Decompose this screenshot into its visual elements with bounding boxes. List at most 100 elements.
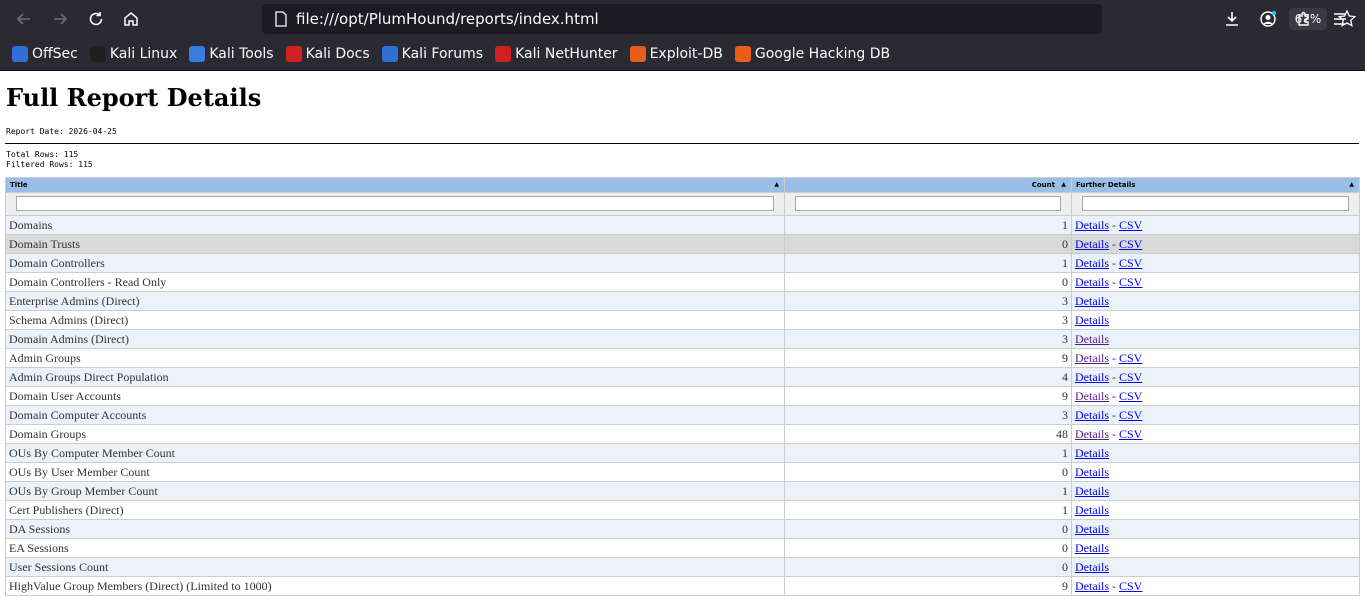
details-link[interactable]: Details bbox=[1075, 294, 1109, 308]
details-link[interactable]: Details bbox=[1075, 427, 1109, 441]
row-count: 0 bbox=[784, 538, 1072, 558]
csv-link[interactable]: CSV bbox=[1119, 370, 1142, 384]
bookmark-item[interactable]: Kali Forums bbox=[381, 46, 484, 62]
details-filter-input[interactable] bbox=[1082, 196, 1349, 211]
bookmark-item[interactable]: Google Hacking DB bbox=[734, 46, 890, 62]
filter-cell bbox=[5, 192, 785, 216]
bookmark-item[interactable]: Kali Linux bbox=[89, 46, 177, 62]
row-title: EA Sessions bbox=[5, 538, 785, 558]
details-link[interactable]: Details bbox=[1075, 408, 1109, 422]
row-count: 1 bbox=[784, 253, 1072, 273]
menu-button[interactable] bbox=[1328, 7, 1352, 31]
details-link[interactable]: Details bbox=[1075, 389, 1109, 403]
table-row: Domain Groups 48 Details - CSV bbox=[5, 424, 1360, 444]
table-body: Domains 1 Details - CSV Domain Trusts 0 Detai… bbox=[5, 215, 1360, 596]
reload-button[interactable] bbox=[84, 7, 108, 31]
title-filter-input[interactable] bbox=[16, 196, 774, 211]
row-count: 9 bbox=[784, 348, 1072, 368]
details-link[interactable]: Details bbox=[1075, 484, 1109, 498]
row-count: 3 bbox=[784, 329, 1072, 349]
account-button[interactable] bbox=[1256, 7, 1280, 31]
back-button[interactable] bbox=[12, 7, 36, 31]
csv-link[interactable]: CSV bbox=[1119, 256, 1142, 270]
row-further-details: Details bbox=[1071, 310, 1360, 330]
details-link[interactable]: Details bbox=[1075, 370, 1109, 384]
address-bar[interactable]: file:///opt/PlumHound/reports/index.html… bbox=[262, 4, 1357, 34]
csv-link[interactable]: CSV bbox=[1119, 351, 1142, 365]
row-further-details: Details bbox=[1071, 291, 1360, 311]
home-button[interactable] bbox=[119, 7, 143, 31]
bookmark-label: Kali Tools bbox=[209, 46, 274, 62]
details-link[interactable]: Details bbox=[1075, 579, 1109, 593]
table-row: Domain User Accounts 9 Details - CSV bbox=[5, 386, 1360, 406]
table-row: OUs By User Member Count 0 Details bbox=[5, 462, 1360, 482]
sort-icon: ▲︎ bbox=[774, 181, 779, 188]
count-filter-input[interactable] bbox=[795, 196, 1061, 211]
row-count: 4 bbox=[784, 367, 1072, 387]
details-link[interactable]: Details bbox=[1075, 503, 1109, 517]
details-link[interactable]: Details bbox=[1075, 313, 1109, 327]
csv-link[interactable]: CSV bbox=[1119, 408, 1142, 422]
forward-arrow-icon bbox=[54, 13, 68, 25]
csv-link[interactable]: CSV bbox=[1119, 237, 1142, 251]
column-header-count[interactable]: Count ▲︎ bbox=[784, 177, 1072, 193]
details-link[interactable]: Details bbox=[1075, 275, 1109, 289]
offsec-icon bbox=[12, 46, 28, 62]
forward-button[interactable] bbox=[48, 7, 72, 31]
row-further-details: Details bbox=[1071, 519, 1360, 539]
bookmark-item[interactable]: Kali NetHunter bbox=[495, 46, 618, 62]
details-link[interactable]: Details bbox=[1075, 218, 1109, 232]
details-link[interactable]: Details bbox=[1075, 522, 1109, 536]
details-link[interactable]: Details bbox=[1075, 541, 1109, 555]
kali-docs-icon bbox=[285, 46, 302, 62]
url-text[interactable]: file:///opt/PlumHound/reports/index.html bbox=[296, 10, 599, 28]
details-link[interactable]: Details bbox=[1075, 560, 1109, 574]
csv-link[interactable]: CSV bbox=[1119, 427, 1142, 441]
row-count: 0 bbox=[784, 272, 1072, 292]
bookmark-item[interactable]: Kali Tools bbox=[189, 46, 274, 62]
page-title: Full Report Details bbox=[6, 83, 262, 112]
extensions-button[interactable] bbox=[1292, 7, 1316, 31]
row-count: 0 bbox=[784, 462, 1072, 482]
row-title: OUs By Group Member Count bbox=[5, 481, 785, 501]
csv-link[interactable]: CSV bbox=[1119, 275, 1142, 289]
kali-tools-icon bbox=[189, 46, 206, 62]
column-header-further-details[interactable]: Further Details ▲︎ bbox=[1071, 177, 1360, 193]
bookmark-item[interactable]: OffSec bbox=[12, 46, 78, 62]
column-header-title[interactable]: Title ▲︎ bbox=[5, 177, 785, 193]
row-count: 1 bbox=[784, 500, 1072, 520]
hamburger-menu-icon bbox=[1334, 13, 1346, 25]
ghdb-icon bbox=[734, 46, 751, 62]
sort-icon: ▲︎ bbox=[1349, 181, 1354, 188]
row-title: Admin Groups bbox=[5, 348, 785, 368]
details-link[interactable]: Details bbox=[1075, 237, 1109, 251]
kali-forums-icon bbox=[381, 46, 398, 62]
table-row: Admin Groups Direct Population 4 Details -… bbox=[5, 367, 1360, 387]
sort-icon: ▲︎ bbox=[1061, 181, 1066, 188]
csv-link[interactable]: CSV bbox=[1119, 389, 1142, 403]
filter-row bbox=[5, 192, 1360, 216]
row-count: 0 bbox=[784, 519, 1072, 539]
row-further-details: Details - CSV bbox=[1071, 253, 1360, 273]
csv-link[interactable]: CSV bbox=[1119, 579, 1142, 593]
row-title: DA Sessions bbox=[5, 519, 785, 539]
download-icon bbox=[1226, 12, 1238, 26]
details-link[interactable]: Details bbox=[1075, 256, 1109, 270]
bookmark-label: Exploit-DB bbox=[649, 46, 723, 62]
row-further-details: Details bbox=[1071, 538, 1360, 558]
browser-toolbar: file:///opt/PlumHound/reports/index.html… bbox=[0, 0, 1365, 38]
table-header-row: Title ▲︎ Count ▲︎ Further Details ▲︎ bbox=[5, 177, 1360, 193]
details-link[interactable]: Details bbox=[1075, 465, 1109, 479]
details-link[interactable]: Details bbox=[1075, 332, 1109, 346]
csv-link[interactable]: CSV bbox=[1119, 218, 1142, 232]
row-title: OUs By Computer Member Count bbox=[5, 443, 785, 463]
bookmark-item[interactable]: Kali Docs bbox=[285, 46, 370, 62]
bookmark-item[interactable]: Exploit-DB bbox=[629, 46, 723, 62]
downloads-button[interactable] bbox=[1220, 7, 1244, 31]
details-link[interactable]: Details bbox=[1075, 446, 1109, 460]
details-link[interactable]: Details bbox=[1075, 351, 1109, 365]
row-title: Domain User Accounts bbox=[5, 386, 785, 406]
row-further-details: Details - CSV bbox=[1071, 348, 1360, 368]
bookmark-label: OffSec bbox=[32, 46, 78, 62]
bookmark-label: Kali Forums bbox=[401, 46, 484, 62]
